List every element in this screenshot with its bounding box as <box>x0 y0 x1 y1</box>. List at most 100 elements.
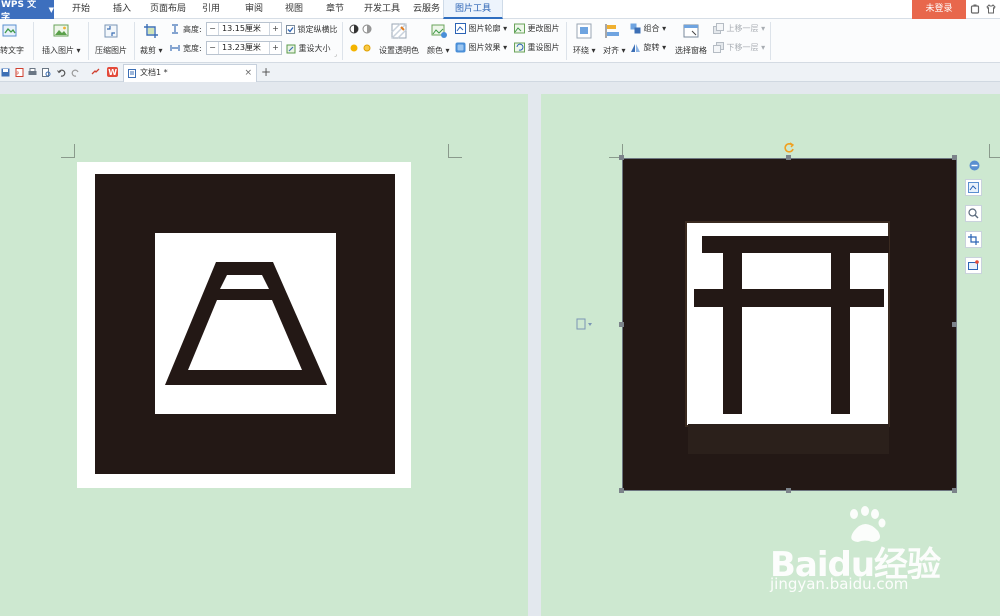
picture-outline-button[interactable]: 图片轮廓 ▾ <box>455 23 507 34</box>
app-menu-button[interactable]: WPS 文字 ▼ <box>0 0 54 23</box>
tab-references[interactable]: 引用 <box>202 0 220 19</box>
redo-icon[interactable] <box>71 68 80 77</box>
change-picture-label: 更改图片 <box>527 24 560 33</box>
text-convert-icon <box>2 24 17 37</box>
collapse-toolbar-icon[interactable] <box>969 160 980 171</box>
reset-picture-button[interactable]: 重设图片 <box>514 42 560 53</box>
resize-handle-s[interactable] <box>786 488 791 493</box>
tab-insert[interactable]: 插入 <box>113 0 131 19</box>
skin-icon[interactable] <box>970 4 980 14</box>
margin-marker <box>61 144 75 158</box>
resize-handle-n[interactable] <box>786 155 791 160</box>
height-increase-button[interactable]: + <box>269 23 281 35</box>
insert-picture-icon <box>53 24 69 37</box>
layout-options-icon <box>968 182 979 193</box>
login-button[interactable]: 未登录 <box>912 0 966 19</box>
undo-icon[interactable] <box>57 68 66 77</box>
left-page[interactable] <box>0 94 528 616</box>
group-label: 组合 <box>643 24 660 33</box>
tab-page-layout[interactable]: 页面布局 <box>150 0 186 19</box>
resize-handle-sw[interactable] <box>619 488 624 493</box>
chevron-down-icon: ▾ <box>662 43 667 52</box>
close-tab-button[interactable]: × <box>244 65 252 81</box>
contrast-up-icon[interactable] <box>349 24 359 34</box>
zoom-icon <box>968 208 979 219</box>
dialog-launcher-icon[interactable]: ⌟ <box>334 49 337 60</box>
new-tab-button[interactable]: + <box>261 64 271 80</box>
picture-effects-button[interactable]: 图片效果 ▾ <box>455 42 507 53</box>
resize-handle-nw[interactable] <box>619 155 624 160</box>
crop-button[interactable]: 裁剪 ▾ <box>140 45 163 56</box>
tab-picture-tools[interactable]: 图片工具 <box>443 0 504 19</box>
height-stepper[interactable]: − 13.15厘米 + <box>206 22 282 36</box>
picture-frame-button[interactable] <box>965 257 982 274</box>
wrap-button[interactable]: 环绕 ▾ <box>573 45 596 56</box>
save-icon[interactable] <box>1 68 10 77</box>
shirt-icon[interactable] <box>986 4 996 14</box>
compress-picture-button[interactable]: 压缩图片 <box>95 45 127 56</box>
height-decrease-button[interactable]: − <box>207 23 219 35</box>
tab-developer[interactable]: 开发工具 <box>364 0 400 19</box>
tab-view[interactable]: 视图 <box>285 0 303 19</box>
wrap-text-button[interactable]: 转文字 <box>0 45 24 56</box>
document-tab[interactable]: 文档1 * × <box>123 64 257 82</box>
height-input[interactable]: 13.15厘米 <box>219 23 269 35</box>
crop-side-button[interactable] <box>965 231 982 248</box>
color-button[interactable]: 颜色 ▾ <box>427 45 450 56</box>
set-transparent-button[interactable]: 设置透明色 <box>379 45 419 56</box>
height-label: 高度: <box>183 25 202 34</box>
tab-cloud[interactable]: 云服务 <box>413 0 440 19</box>
change-picture-button[interactable]: 更改图片 <box>514 23 560 34</box>
layout-options-button[interactable] <box>965 179 982 196</box>
tab-sections[interactable]: 章节 <box>326 0 344 19</box>
bring-forward-button[interactable]: 上移一层 ▾ <box>713 23 765 34</box>
rotate-handle-icon[interactable] <box>783 142 795 154</box>
width-decrease-button[interactable]: − <box>207 42 219 54</box>
print-icon[interactable] <box>28 68 37 77</box>
chevron-down-icon: ▾ <box>621 46 626 55</box>
picture-outline-label: 图片轮廓 <box>468 24 501 33</box>
lock-ratio-checkbox[interactable]: 锁定纵横比 <box>286 24 338 35</box>
chevron-down-icon: ▼ <box>48 5 54 14</box>
resize-handle-w[interactable] <box>619 322 624 327</box>
selection-pane-button[interactable]: 选择窗格 <box>675 45 707 56</box>
bring-forward-icon <box>713 23 724 34</box>
contrast-down-icon[interactable] <box>362 24 372 34</box>
brightness-up-icon[interactable] <box>349 43 359 53</box>
tab-review[interactable]: 审阅 <box>245 0 263 19</box>
rotate-icon <box>631 44 640 52</box>
brightness-down-icon[interactable] <box>362 43 372 53</box>
send-backward-button[interactable]: 下移一层 ▾ <box>713 42 765 53</box>
bring-forward-label: 上移一层 <box>726 24 759 33</box>
resize-handle-ne[interactable] <box>952 155 957 160</box>
crop-label: 裁剪 <box>140 46 156 55</box>
customize-icon[interactable] <box>91 68 100 77</box>
chevron-down-icon: ▾ <box>761 24 766 33</box>
reset-size-button[interactable]: 重设大小 <box>286 43 331 54</box>
align-button[interactable]: 对齐 ▾ <box>603 45 626 56</box>
tab-home[interactable]: 开始 <box>72 0 90 19</box>
zoom-button[interactable] <box>965 205 982 222</box>
width-stepper[interactable]: − 13.23厘米 + <box>206 41 282 55</box>
reset-picture-label: 重设图片 <box>527 43 560 52</box>
reset-picture-icon <box>514 42 525 53</box>
group-button[interactable]: 组合 ▾ <box>630 23 666 34</box>
quick-access-bar: P W 文档1 * × + <box>0 63 1000 82</box>
paragraph-mark-icon[interactable] <box>576 318 594 330</box>
rotate-button[interactable]: 旋转 ▾ <box>630 42 666 53</box>
width-input[interactable]: 13.23厘米 <box>219 42 269 54</box>
mountain-sign-image[interactable] <box>77 162 411 488</box>
insert-picture-button[interactable]: 插入图片 ▾ <box>42 45 81 56</box>
width-increase-button[interactable]: + <box>269 42 281 54</box>
group-icon <box>630 23 641 34</box>
pdf-export-icon[interactable]: P <box>15 68 24 77</box>
print-preview-icon[interactable] <box>42 68 51 77</box>
width-icon <box>170 45 180 51</box>
svg-text:W: W <box>108 68 117 77</box>
resize-handle-e[interactable] <box>952 322 957 327</box>
chevron-down-icon: ▾ <box>761 43 766 52</box>
wps-logo-icon: W <box>107 67 118 77</box>
resize-handle-se[interactable] <box>952 488 957 493</box>
change-picture-icon <box>514 23 525 34</box>
align-label: 对齐 <box>603 46 619 55</box>
